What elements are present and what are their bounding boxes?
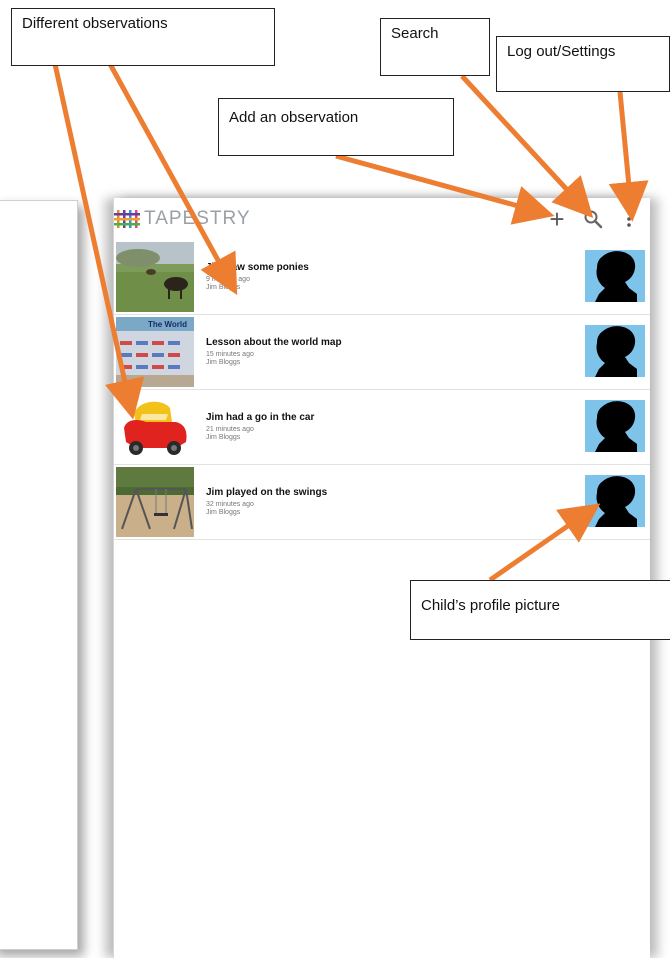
ponies-photo bbox=[116, 242, 194, 312]
child-profile-picture[interactable] bbox=[585, 250, 645, 302]
observation-time: 9 minutes ago bbox=[206, 276, 250, 283]
observation-title: Jim played on the swings bbox=[206, 487, 328, 498]
observation-author: Jim Bloggs bbox=[206, 509, 241, 516]
plus-icon: + bbox=[549, 203, 565, 234]
arrow-logout-settings bbox=[608, 91, 649, 222]
child-profile-picture[interactable] bbox=[585, 325, 645, 377]
search-button[interactable] bbox=[580, 206, 606, 232]
add-observation-button[interactable]: + bbox=[544, 203, 570, 234]
search-icon bbox=[584, 210, 603, 229]
arrow-search bbox=[460, 74, 594, 219]
callout-different-observations: Different observations bbox=[11, 8, 275, 66]
toy-car-photo bbox=[116, 392, 194, 462]
callout-logout-settings: Log out/Settings bbox=[496, 36, 670, 92]
app-screen: TAPESTRY + Jim saw some ponies 9 minutes… bbox=[113, 198, 650, 958]
callout-child-profile: Child’s profile picture bbox=[410, 580, 670, 640]
observation-item[interactable]: Jim had a go in the car 21 minutes ago J… bbox=[114, 390, 650, 465]
observation-author: Jim Bloggs bbox=[206, 434, 241, 441]
observation-title: Lesson about the world map bbox=[206, 337, 342, 348]
observation-item[interactable]: Jim played on the swings 32 minutes ago … bbox=[114, 465, 650, 540]
observation-time: 21 minutes ago bbox=[206, 426, 254, 433]
callout-search: Search bbox=[380, 18, 490, 76]
world-map-photo: The World bbox=[116, 317, 194, 387]
app-title: TAPESTRY bbox=[144, 208, 251, 229]
observation-item[interactable]: The World Lesson about the world map 15 … bbox=[114, 315, 650, 390]
observation-title: Jim had a go in the car bbox=[206, 412, 315, 423]
more-vert-icon bbox=[627, 211, 631, 227]
observation-list: Jim saw some ponies 9 minutes ago Jim Bl… bbox=[114, 240, 650, 540]
background-screen-panel bbox=[0, 200, 78, 950]
observation-author: Jim Bloggs bbox=[206, 359, 241, 366]
thumb-caption: The World bbox=[148, 320, 187, 329]
callout-add-observation: Add an observation bbox=[218, 98, 454, 156]
observation-author: Jim Bloggs bbox=[206, 284, 241, 291]
overflow-menu-button[interactable] bbox=[616, 206, 642, 232]
child-profile-picture[interactable] bbox=[585, 400, 645, 452]
child-profile-picture[interactable] bbox=[585, 475, 645, 527]
swings-photo bbox=[116, 467, 194, 537]
app-bar: TAPESTRY + bbox=[114, 198, 650, 241]
observation-item[interactable]: Jim saw some ponies 9 minutes ago Jim Bl… bbox=[114, 240, 650, 315]
observation-time: 15 minutes ago bbox=[206, 351, 254, 358]
observation-title: Jim saw some ponies bbox=[206, 262, 309, 273]
tapestry-logo-icon bbox=[114, 210, 140, 228]
observation-time: 32 minutes ago bbox=[206, 501, 254, 508]
